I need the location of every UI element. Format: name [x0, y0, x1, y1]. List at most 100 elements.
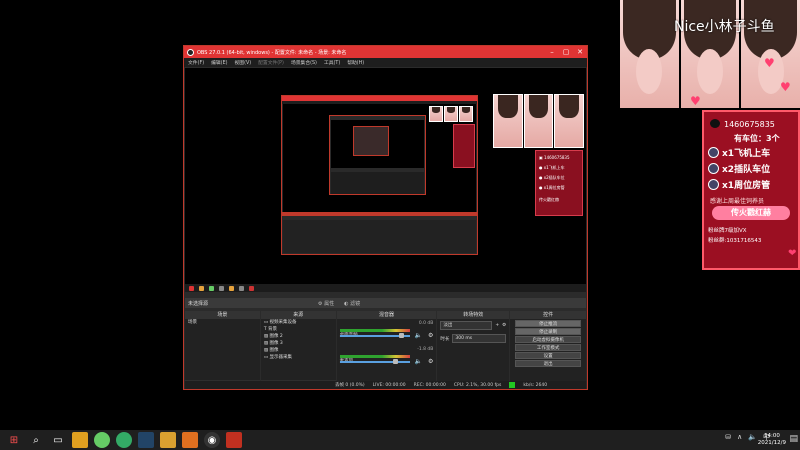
- scene-item[interactable]: 场景: [185, 319, 260, 326]
- obs-preview[interactable]: ▣ 1460675835 ● x1飞机上车 ● x2插队车位 ● x1周位房管 …: [185, 68, 586, 284]
- volume-slider-handle[interactable]: [392, 359, 398, 364]
- menu-view[interactable]: 视图(V): [234, 59, 251, 66]
- top-fan-banner: 传火戳红赫: [712, 206, 790, 220]
- app-icon[interactable]: [182, 432, 198, 448]
- seats-count: 有车位：3个: [734, 134, 780, 143]
- scenes-panel: 场景 场景 +− ∧∨: [185, 311, 260, 389]
- task-view-icon[interactable]: ▭: [50, 432, 66, 448]
- search-icon[interactable]: ⌕: [28, 432, 44, 448]
- avatar: [708, 179, 719, 190]
- gear-icon[interactable]: ⚙: [428, 358, 433, 365]
- menu-edit[interactable]: 编辑(E): [211, 59, 227, 66]
- folder-icon[interactable]: [160, 432, 176, 448]
- dropped-frames: 丢帧 0 (0.0%): [335, 383, 365, 388]
- clock[interactable]: 14:00 2021/12/9: [758, 433, 786, 447]
- studio-mode-button[interactable]: 工作室模式: [515, 344, 582, 351]
- heart-icon: ♥: [690, 94, 701, 108]
- webcam-face: [620, 0, 679, 108]
- maximize-icon[interactable]: ▢: [559, 46, 573, 58]
- list-item: x1周位房管: [708, 178, 770, 191]
- menu-tools[interactable]: 工具(T): [324, 59, 340, 66]
- obs-titlebar: OBS 27.0.1 (64-bit, windows) - 配置文件: 未命名…: [184, 46, 587, 58]
- sources-panel: 来源 ▭ 视频采集设备 T 背景 ▨ 图像 2 ▨ 图像 3 ▨ 图像 ▭ 显示…: [260, 311, 336, 389]
- speaker-icon[interactable]: 🔈: [415, 358, 422, 365]
- volume-icon[interactable]: 🔈: [748, 433, 757, 441]
- source-item[interactable]: T 背景: [261, 326, 336, 333]
- menu-profile[interactable]: 配置文件(P): [258, 59, 284, 66]
- preview-webcam-faces: [493, 94, 585, 148]
- gear-icon[interactable]: ⚙: [428, 332, 433, 339]
- preview-info-card: ▣ 1460675835 ● x1飞机上车 ● x2插队车位 ● x1周位房管 …: [535, 150, 583, 216]
- network-icon[interactable]: ⛁: [725, 433, 731, 441]
- windows-taskbar: ⊞ ⌕ ▭ ◉ ⛁ ∧ 🔈 中 14:00 2021/12/9 ▤: [0, 430, 800, 450]
- source-item[interactable]: ▭ 显示器采集: [261, 354, 336, 361]
- no-source-label: 未选择源: [188, 300, 209, 307]
- fans-badge-text: 粉丝牌7级加VX: [708, 228, 747, 234]
- transitions-panel: 转场特效 淡出 + ⚙ 时长 300 ms: [437, 311, 510, 389]
- app-icon[interactable]: [94, 432, 110, 448]
- properties-button[interactable]: ⚙ 属性: [318, 300, 334, 307]
- menu-file[interactable]: 文件(F): [188, 59, 204, 66]
- transition-select[interactable]: 淡出: [440, 321, 493, 330]
- app-icon[interactable]: [72, 432, 88, 448]
- obs-window: OBS 27.0.1 (64-bit, windows) - 配置文件: 未命名…: [183, 45, 588, 390]
- rec-timer: REC: 00:00:00: [413, 382, 446, 388]
- minimize-icon[interactable]: –: [545, 46, 559, 58]
- obs-statusbar: 丢帧 0 (0.0%) LIVE: 00:00:00 REC: 00:00:00…: [185, 381, 586, 389]
- duration-input[interactable]: 300 ms: [452, 334, 507, 343]
- chevron-up-icon[interactable]: ∧: [737, 433, 742, 441]
- volume-slider-handle[interactable]: [398, 333, 404, 338]
- list-item: x1飞机上车: [708, 146, 770, 159]
- avatar: [708, 163, 719, 174]
- settings-button[interactable]: 设置: [515, 352, 582, 359]
- controls-panel: 控件 停止推流 停止录制 启动虚拟摄像机 工作室模式 设置 退出: [510, 311, 586, 389]
- nested-obs-preview: [281, 95, 478, 255]
- qq-number: 1460675835: [724, 120, 775, 129]
- menu-help[interactable]: 帮助(H): [347, 59, 364, 66]
- transitions-title: 转场特效: [437, 311, 510, 319]
- windows-start-icon[interactable]: ⊞: [6, 432, 22, 448]
- app-icon[interactable]: [226, 432, 242, 448]
- bitrate: kb/s: 2640: [523, 382, 548, 388]
- mixer-channel-desktop: 桌面音频 0.0 dB 🔈 ⚙: [337, 319, 437, 345]
- heart-icon: ♥: [780, 80, 791, 94]
- add-icon[interactable]: +: [495, 323, 499, 328]
- source-item[interactable]: ▨ 图像 2: [261, 333, 336, 340]
- gear-icon[interactable]: ⚙: [502, 323, 506, 328]
- dock-panels: 场景 场景 +− ∧∨ 来源 ▭ 视频采集设备 T 背景 ▨ 图像 2 ▨ 图像…: [185, 311, 586, 389]
- start-virtual-camera-button[interactable]: 启动虚拟摄像机: [515, 336, 582, 343]
- cpu-usage: CPU: 2.1%, 30.00 fps: [453, 382, 502, 388]
- steam-icon[interactable]: [138, 432, 154, 448]
- source-item[interactable]: ▨ 图像: [261, 347, 336, 354]
- browser-icon[interactable]: [116, 432, 132, 448]
- audio-meter: [339, 329, 410, 332]
- notification-icon[interactable]: ▤: [789, 434, 798, 444]
- speaker-icon[interactable]: 🔈: [415, 332, 422, 339]
- volume-slider[interactable]: [339, 361, 410, 363]
- stop-recording-button[interactable]: 停止录制: [515, 328, 582, 335]
- info-card: 1460675835 有车位：3个 x1飞机上车 x2插队车位 x1周位房管 感…: [702, 110, 800, 270]
- menu-scene-collection[interactable]: 场景集合(S): [291, 59, 317, 66]
- paw-icon: ❤: [788, 248, 797, 259]
- dock-header: 未选择源 ⚙ 属性 ◐ 滤镜: [185, 298, 586, 308]
- mixer-channel-mic: 麦克风 -1.8 dB 🔈 ⚙: [337, 345, 437, 371]
- exit-button[interactable]: 退出: [515, 360, 582, 367]
- avatar: [708, 147, 719, 158]
- nested-obs-preview-2: [329, 115, 426, 195]
- filters-button[interactable]: ◐ 滤镜: [344, 300, 360, 307]
- fans-group-text: 粉丝群:1031716543: [708, 238, 762, 244]
- source-item[interactable]: ▭ 视频采集设备: [261, 319, 336, 326]
- list-item: x2插队车位: [708, 162, 770, 175]
- preview-taskbar: [185, 284, 586, 292]
- sources-title: 来源: [260, 311, 336, 319]
- live-timer: LIVE: 00:00:00: [372, 382, 406, 388]
- duration-label: 时长: [440, 336, 450, 342]
- thanks-text: 感谢上周最佳饲养员: [710, 198, 765, 205]
- streamer-brand: Nice小林子斗鱼: [674, 19, 775, 35]
- source-item[interactable]: ▨ 图像 3: [261, 340, 336, 347]
- obs-taskbar-icon[interactable]: ◉: [204, 432, 220, 448]
- stop-streaming-button[interactable]: 停止推流: [515, 320, 582, 327]
- audio-meter: [339, 355, 410, 358]
- obs-menubar: 文件(F) 编辑(E) 视图(V) 配置文件(P) 场景集合(S) 工具(T) …: [184, 58, 587, 67]
- close-icon[interactable]: ✕: [573, 46, 587, 58]
